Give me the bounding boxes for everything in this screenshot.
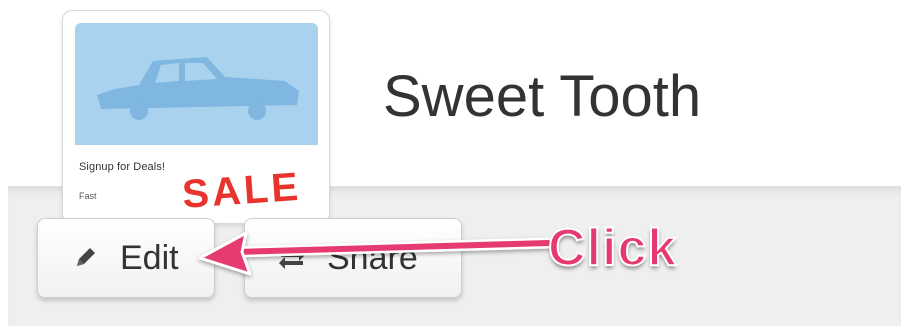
thumbnail-image xyxy=(75,23,318,145)
edit-button-label: Edit xyxy=(120,239,179,277)
share-button-label: Share xyxy=(327,239,418,277)
callout-label: Click xyxy=(547,219,678,277)
share-arrows-icon xyxy=(277,243,307,273)
share-button[interactable]: Share xyxy=(244,218,462,298)
app-stage: Signup for Deals! Fast SALE Sweet Tooth … xyxy=(0,0,901,326)
car-illustration xyxy=(97,57,299,120)
thumbnail-small-text: Fast xyxy=(79,191,97,201)
edit-button[interactable]: Edit xyxy=(37,218,215,298)
campaign-thumbnail[interactable]: Signup for Deals! Fast SALE xyxy=(62,10,330,224)
pencil-icon xyxy=(70,243,100,273)
thumbnail-promo-text: SALE xyxy=(180,164,303,217)
thumbnail-caption: Signup for Deals! xyxy=(79,161,166,173)
page-title: Sweet Tooth xyxy=(383,64,702,129)
